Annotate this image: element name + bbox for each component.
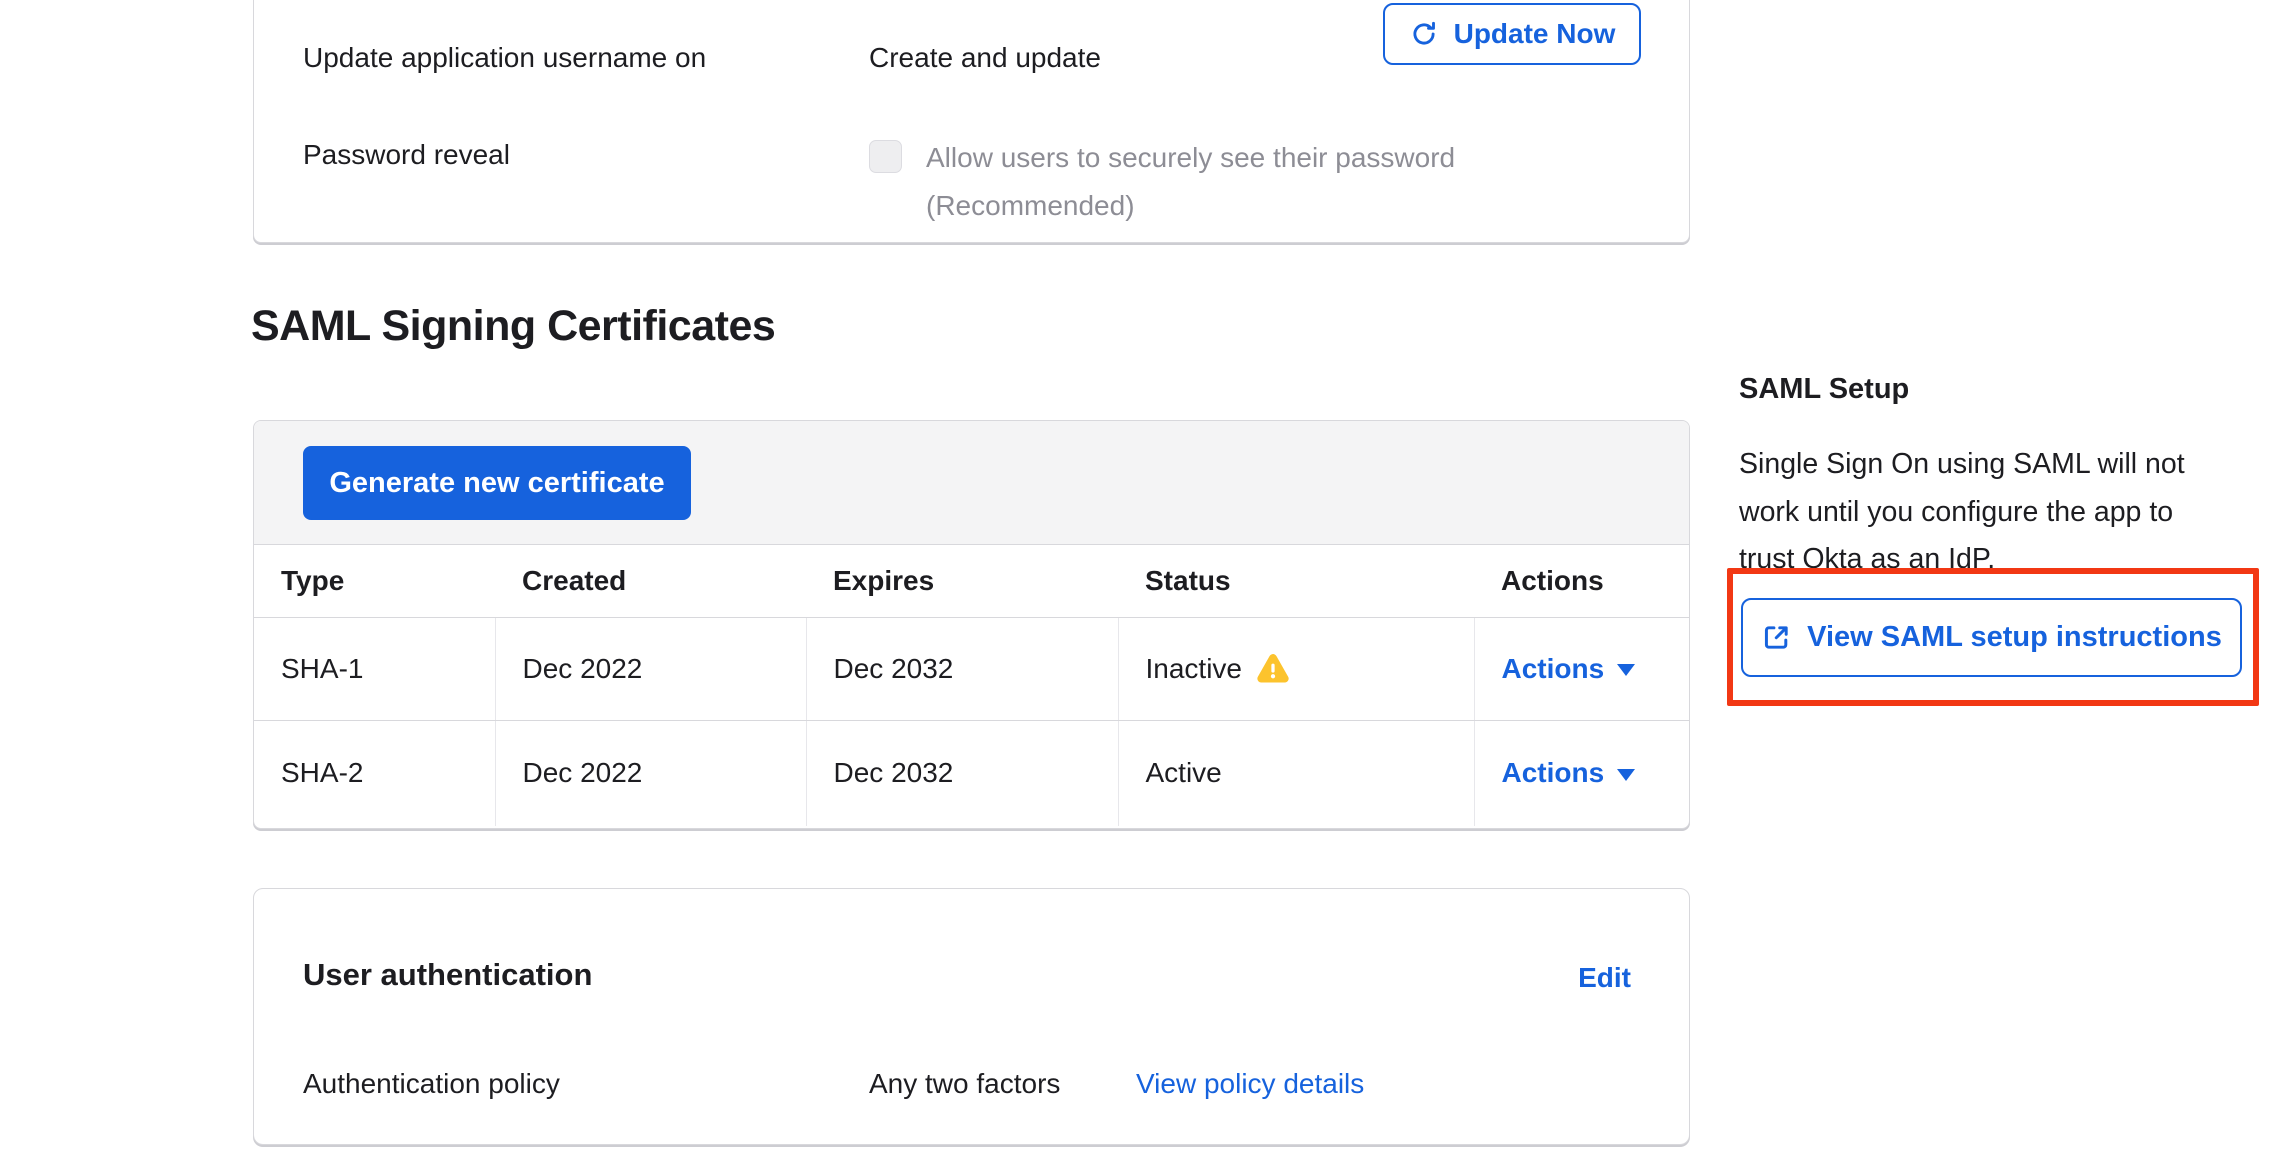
- column-header-actions: Actions: [1474, 545, 1689, 617]
- edit-link[interactable]: Edit: [1578, 961, 1631, 995]
- chevron-down-icon: [1617, 769, 1635, 781]
- certificates-toolbar: Generate new certificate: [254, 421, 1689, 545]
- warning-icon: [1255, 652, 1291, 686]
- cert-status-cell: Inactive: [1118, 617, 1474, 720]
- table-row: SHA-1 Dec 2022 Dec 2032 Inactive: [254, 617, 1689, 720]
- description-line: Single Sign On using SAML will not: [1739, 441, 2279, 489]
- certificates-panel: Generate new certificate Type Created Ex…: [253, 420, 1690, 829]
- cert-created-cell: Dec 2022: [495, 617, 806, 720]
- username-update-label: Update application username on: [303, 41, 706, 75]
- password-reveal-checkbox[interactable]: [869, 140, 902, 173]
- saml-signing-certificates-heading: SAML Signing Certificates: [251, 301, 775, 351]
- actions-dropdown-label: Actions: [1502, 757, 1605, 789]
- update-now-label: Update Now: [1454, 18, 1616, 50]
- view-policy-details-link[interactable]: View policy details: [1136, 1067, 1364, 1101]
- cert-status-cell: Active: [1118, 720, 1474, 826]
- generate-new-certificate-button[interactable]: Generate new certificate: [303, 446, 691, 520]
- saml-setup-button-label: View SAML setup instructions: [1807, 621, 2222, 654]
- actions-dropdown[interactable]: Actions: [1502, 653, 1636, 685]
- user-authentication-card: User authentication Edit Authentication …: [253, 888, 1690, 1145]
- username-update-value: Create and update: [869, 41, 1101, 75]
- cert-actions-cell: Actions: [1474, 720, 1689, 826]
- saml-setup-heading: SAML Setup: [1739, 372, 1909, 406]
- chevron-down-icon: [1617, 664, 1635, 676]
- authentication-policy-label: Authentication policy: [303, 1067, 560, 1101]
- password-reveal-checkbox-label-2: (Recommended): [926, 189, 1135, 223]
- table-header-row: Type Created Expires Status Actions: [254, 545, 1689, 617]
- user-authentication-heading: User authentication: [303, 957, 592, 993]
- actions-dropdown-label: Actions: [1502, 653, 1605, 685]
- update-now-button[interactable]: Update Now: [1383, 3, 1641, 65]
- refresh-icon: [1409, 19, 1439, 49]
- cert-expires-cell: Dec 2032: [806, 617, 1118, 720]
- password-reveal-checkbox-label: Allow users to securely see their passwo…: [926, 141, 1455, 175]
- description-line: trust Okta as an IdP.: [1739, 536, 2279, 584]
- authentication-policy-value: Any two factors: [869, 1067, 1060, 1101]
- cert-expires-cell: Dec 2032: [806, 720, 1118, 826]
- provisioning-settings-card: Update application username on Create an…: [253, 0, 1690, 243]
- status-text: Inactive: [1146, 653, 1243, 685]
- password-reveal-label: Password reveal: [303, 138, 510, 172]
- column-header-created: Created: [495, 545, 806, 617]
- actions-dropdown[interactable]: Actions: [1502, 757, 1636, 789]
- cert-type-cell: SHA-2: [254, 720, 495, 826]
- cert-type-cell: SHA-1: [254, 617, 495, 720]
- table-row: SHA-2 Dec 2022 Dec 2032 Active Actions: [254, 720, 1689, 826]
- status-text: Active: [1146, 757, 1222, 789]
- column-header-status: Status: [1118, 545, 1474, 617]
- view-saml-setup-instructions-button[interactable]: View SAML setup instructions: [1741, 598, 2242, 677]
- cert-actions-cell: Actions: [1474, 617, 1689, 720]
- description-line: work until you configure the app to: [1739, 489, 2279, 537]
- certificates-table: Type Created Expires Status Actions SHA-…: [254, 545, 1689, 826]
- cert-created-cell: Dec 2022: [495, 720, 806, 826]
- saml-setup-description: Single Sign On using SAML will not work …: [1739, 441, 2279, 584]
- column-header-type: Type: [254, 545, 495, 617]
- external-link-icon: [1761, 622, 1792, 653]
- column-header-expires: Expires: [806, 545, 1118, 617]
